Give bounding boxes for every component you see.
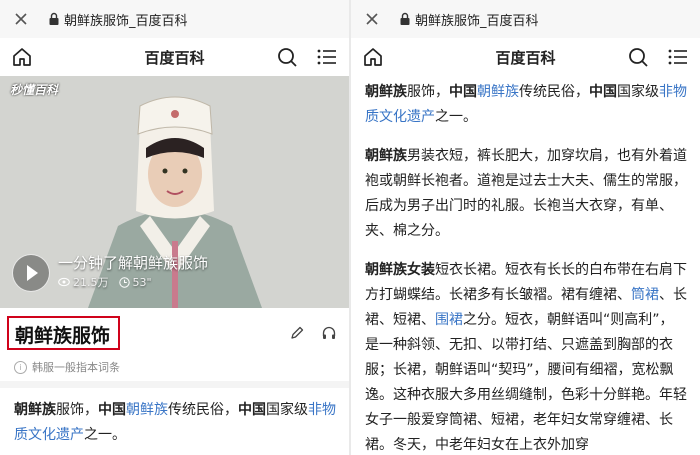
menswear-paragraph: 朝鲜族男装衣短，裤长肥大，加穿坎肩，也有外着道袍或朝鲜长袍者。道袍是过去士大夫、… [365,144,687,244]
video-player[interactable]: 秒懂百科 一分钟了解朝鲜族服饰 21.5万 53" [0,76,349,308]
intro-text: 服饰， [56,402,98,418]
lock-icon [49,12,59,25]
intro-paragraph: 朝鲜族服饰，中国朝鲜族传统民俗，中国国家级非物质文化遗产之一。 [365,80,687,130]
views-icon [58,277,70,287]
address-bar: 朝鲜族服饰_百度百科 [0,0,349,39]
top-nav: 百度百科 [351,38,700,76]
alias-note: i 韩服一般指本词条 [14,359,120,375]
menswear-term: 朝鲜族 [365,148,407,164]
link-ethnic-group[interactable]: 朝鲜族 [477,84,519,100]
view-count: 21.5万 [73,276,109,289]
play-button[interactable] [12,254,50,292]
intro-text: 传统民俗， [519,84,589,100]
intro-text: 国家级 [266,402,308,418]
address-bar: 朝鲜族服饰_百度百科 [351,0,700,39]
intro-text: 之一。 [84,427,126,443]
headphones-icon[interactable] [321,325,337,341]
intro-country: 中国 [589,84,617,100]
link-tube-skirt[interactable]: 筒裙 [631,287,659,303]
video-meta: 21.5万 53" [58,274,152,290]
section-divider [0,381,349,388]
alias-note-text: 韩服一般指本词条 [32,361,120,374]
close-icon[interactable] [364,11,380,27]
info-icon: i [14,360,27,374]
search-icon[interactable] [627,46,649,68]
close-icon[interactable] [13,11,29,27]
intro-term: 朝鲜族 [14,402,56,418]
video-duration: 53" [132,275,152,289]
womenswear-text: 之分。短衣，朝鲜语叫“则高利”，是一种斜领、无扣、以带打结、只遮盖到胸部的衣服；… [365,312,687,453]
video-thumbnail [0,76,349,308]
intro-text: 服饰， [407,84,449,100]
clock-icon [118,276,130,288]
intro-country: 中国 [98,402,126,418]
top-nav: 百度百科 [0,38,349,76]
lock-icon [400,12,410,25]
intro-text: 传统民俗， [168,402,238,418]
womenswear-paragraph: 朝鲜族女装短衣长裙。短衣有长长的白布带在右肩下方打蝴蝶结。长裙多有长皱褶。裙有缠… [365,258,687,455]
intro-text: 之一。 [435,109,477,125]
search-icon[interactable] [276,46,298,68]
left-screen: 朝鲜族服饰_百度百科 百度百科 秒懂百科 一分钟了解朝鲜族服饰 21.5万 53… [0,0,349,455]
right-screen: 朝鲜族服饰_百度百科 百度百科 朝鲜族服饰，中国朝鲜族传统民俗，中国国家级非物质… [351,0,700,455]
menswear-text: 男装衣短，裤长肥大，加穿坎肩，也有外着道袍或朝鲜长袍者。道袍是过去士大夫、儒生的… [365,148,687,239]
intro-paragraph: 朝鲜族服饰，中国朝鲜族传统民俗，中国国家级非物质文化遗产之一。 [14,398,336,448]
intro-country: 中国 [238,402,266,418]
menu-icon[interactable] [667,46,689,68]
entry-title: 朝鲜族服饰 [15,325,111,347]
entry-title-box: 朝鲜族服饰 [7,316,120,350]
edit-icon[interactable] [289,325,305,341]
intro-term: 朝鲜族 [365,84,407,100]
intro-country: 中国 [449,84,477,100]
intro-text: 国家级 [617,84,659,100]
page-title-url: 朝鲜族服饰_百度百科 [64,14,188,29]
video-watermark: 秒懂百科 [10,83,59,97]
link-ethnic-group[interactable]: 朝鲜族 [126,402,168,418]
link-apron[interactable]: 围裙 [435,312,463,328]
womenswear-term: 朝鲜族女装 [365,262,435,278]
video-title[interactable]: 一分钟了解朝鲜族服饰 [58,252,208,273]
page-title-url: 朝鲜族服饰_百度百科 [415,14,539,29]
menu-icon[interactable] [316,46,338,68]
